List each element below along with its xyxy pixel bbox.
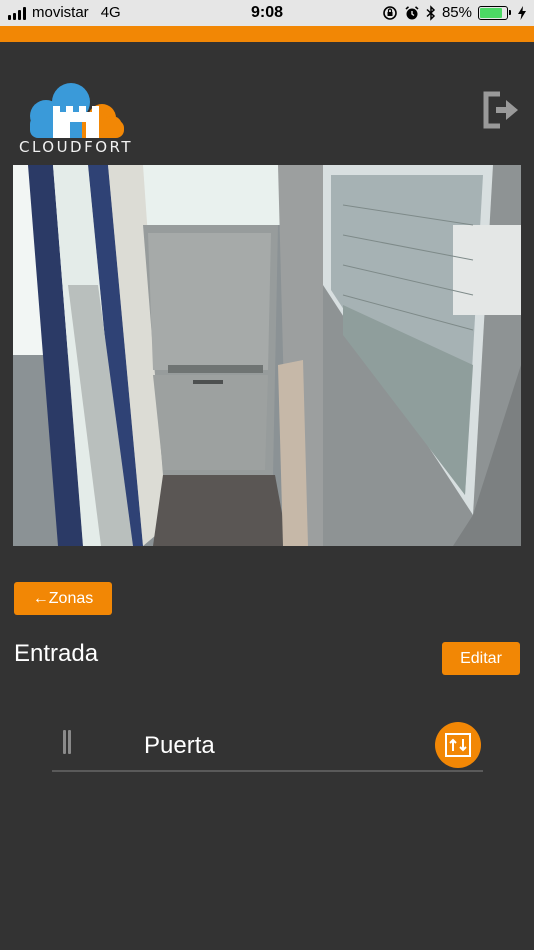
open-door-button[interactable] — [435, 722, 481, 768]
cloudfort-logo: CLOUDFORT — [16, 80, 136, 158]
device-name: Puerta — [144, 732, 215, 759]
edit-button[interactable]: Editar — [442, 642, 520, 675]
castle-cloud-icon — [30, 83, 124, 138]
status-bar-right: 85% — [382, 4, 526, 21]
charging-icon — [518, 5, 526, 20]
back-to-zones-button[interactable]: ←Zonas — [14, 582, 112, 615]
bluetooth-icon — [426, 4, 436, 21]
device-row: Puerta — [52, 718, 483, 772]
camera-feed[interactable] — [13, 165, 521, 546]
top-accent-bar — [0, 26, 534, 42]
battery-percent: 85% — [441, 4, 472, 21]
zone-title: Entrada — [14, 640, 99, 667]
drag-handle-icon[interactable] — [63, 730, 73, 754]
status-bar: movistar 4G 9:08 85% — [0, 0, 534, 26]
logo-text: CLOUDFORT — [18, 138, 134, 156]
open-door-icon — [445, 733, 471, 757]
camera-image — [13, 165, 521, 546]
battery-fill — [480, 7, 503, 18]
orientation-lock-icon — [383, 5, 397, 20]
battery-icon — [478, 5, 511, 20]
alarm-icon — [405, 5, 419, 19]
logout-icon[interactable] — [482, 90, 522, 130]
